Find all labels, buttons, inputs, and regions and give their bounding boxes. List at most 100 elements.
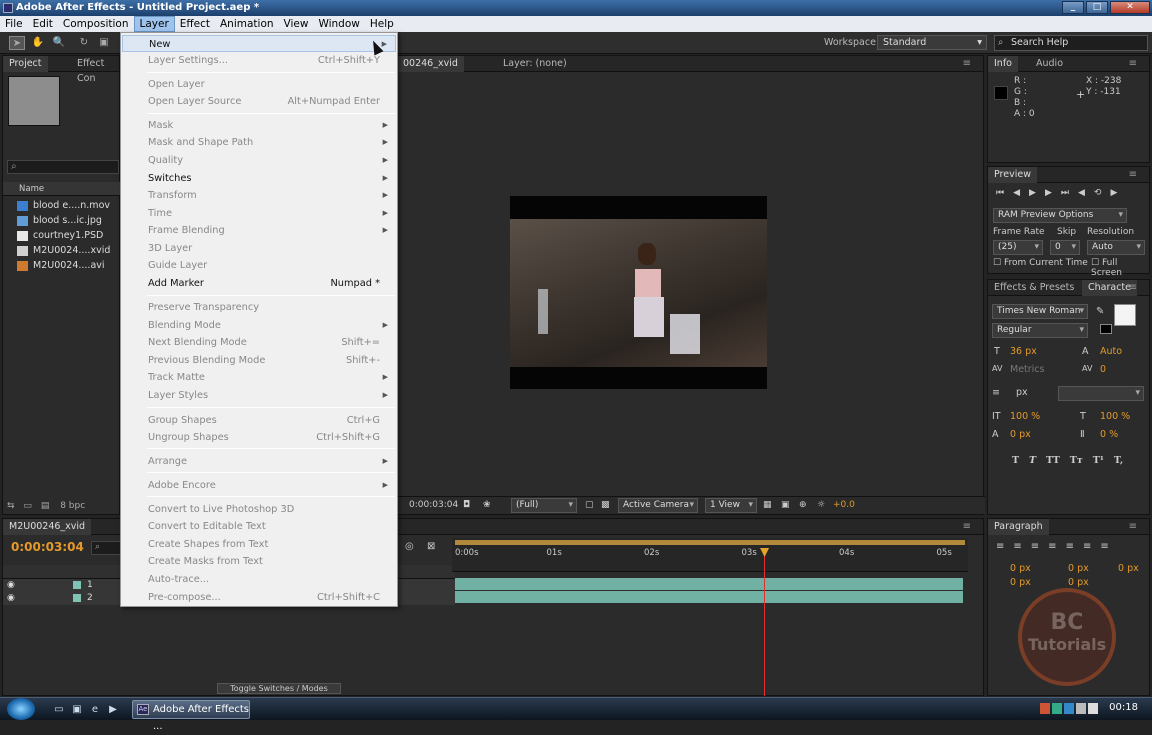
exposure-value[interactable]: +0.0 (833, 497, 855, 514)
menu-item-mask[interactable]: Mask ▶ (122, 117, 396, 134)
project-search-input[interactable]: ⌕ (7, 160, 119, 174)
fill-color-swatch[interactable] (1114, 304, 1136, 326)
font-style-select[interactable]: Regular (992, 323, 1088, 338)
label-color-swatch[interactable] (73, 581, 81, 589)
start-button[interactable] (7, 698, 35, 720)
menu-item-previous-blending-mode[interactable]: Previous Blending Mode Shift+- (122, 352, 396, 369)
label-color-swatch[interactable] (73, 594, 81, 602)
project-item[interactable]: blood e....n.mov (17, 198, 127, 213)
taskbar-clock[interactable]: 00:18 (1109, 702, 1138, 713)
menu-item-add-marker[interactable]: Add Marker Numpad * (122, 275, 396, 292)
full-screen-checkbox[interactable]: ☐ Full Screen (1091, 258, 1149, 278)
exposure-icon[interactable]: ☼ (817, 497, 825, 514)
menu-item-adobe-encore[interactable]: Adobe Encore ▶ (122, 477, 396, 494)
taskbar-after-effects[interactable]: Ae Adobe After Effects ... (132, 700, 250, 732)
camera-tool-icon[interactable]: ▣ (96, 36, 112, 50)
panel-menu-icon[interactable]: ≡ (1123, 280, 1143, 295)
menu-layer[interactable]: Layer (133, 16, 175, 32)
horizontal-scale-value[interactable]: 100 % (1100, 411, 1130, 422)
menu-item-switches[interactable]: Switches ▶ (122, 170, 396, 187)
menu-item-track-matte[interactable]: Track Matte ▶ (122, 369, 396, 386)
selection-tool-icon[interactable]: ➤ (9, 36, 25, 50)
menu-item-ungroup-shapes[interactable]: Ungroup Shapes Ctrl+Shift+G (122, 429, 396, 446)
pixel-aspect-icon[interactable]: ▣ (781, 497, 790, 514)
play-icon[interactable]: ▶ (1029, 188, 1045, 198)
ram-preview-options-select[interactable]: RAM Preview Options (993, 208, 1127, 223)
menu-file[interactable]: File (0, 16, 28, 32)
playhead-line[interactable] (764, 548, 766, 696)
tab-project[interactable]: Project (3, 56, 48, 72)
transparency-grid-icon[interactable]: ▩ (601, 497, 610, 514)
comp-timecode[interactable]: 0:00:03:04 (409, 497, 458, 514)
align-left-icon[interactable]: ≡ (996, 541, 1013, 552)
menu-item-convert-to-editable-text[interactable]: Convert to Editable Text (122, 518, 396, 535)
font-family-select[interactable]: Times New Roman (992, 304, 1088, 319)
folder-icon[interactable]: ▭ (23, 501, 32, 511)
stroke-width-value[interactable]: px (1016, 387, 1028, 398)
menu-animation[interactable]: Animation (215, 16, 279, 32)
menu-effect[interactable]: Effect (175, 16, 215, 32)
menu-window[interactable]: Window (313, 16, 364, 32)
minimize-button[interactable]: _ (1062, 1, 1084, 14)
rotate-tool-icon[interactable]: ↻ (76, 36, 92, 50)
align-right-icon[interactable]: ≡ (1031, 541, 1048, 552)
menu-item-quality[interactable]: Quality ▶ (122, 152, 396, 169)
panel-menu-icon[interactable]: ≡ (1123, 519, 1143, 534)
justify-right-icon[interactable]: ≡ (1083, 541, 1100, 552)
motion-blur-icon[interactable]: ◎ (405, 541, 414, 552)
window-switcher-icon[interactable]: ▣ (70, 703, 84, 716)
menu-view[interactable]: View (279, 16, 314, 32)
menu-item-blending-mode[interactable]: Blending Mode ▶ (122, 317, 396, 334)
project-item[interactable]: M2U0024....xvid (17, 243, 127, 258)
camera-select[interactable]: Active Camera (618, 498, 698, 513)
tab-info[interactable]: Info (988, 56, 1018, 72)
from-current-time-checkbox[interactable]: ☐ From Current Time (993, 258, 1088, 268)
graph-editor-icon[interactable]: ⊠ (427, 541, 435, 552)
kerning-value[interactable]: Metrics (1010, 364, 1044, 375)
project-item[interactable]: blood s...ic.jpg (17, 213, 127, 228)
superscript-button[interactable]: T¹ (1093, 455, 1104, 466)
project-column-header[interactable]: Name (3, 182, 121, 196)
network-icon[interactable] (1076, 703, 1086, 714)
menu-item-create-shapes-from-text[interactable]: Create Shapes from Text (122, 536, 396, 553)
tsume-value[interactable]: 0 % (1100, 429, 1118, 440)
stroke-color-swatch[interactable] (1100, 324, 1112, 334)
menu-item-create-masks-from-text[interactable]: Create Masks from Text (122, 553, 396, 570)
menu-item-open-layer-source[interactable]: Open Layer Source Alt+Numpad Enter (122, 93, 396, 110)
hand-tool-icon[interactable]: ✋ (30, 36, 46, 50)
tray-icon[interactable] (1052, 703, 1062, 714)
menu-item-new[interactable]: New ▶ (122, 35, 396, 52)
menu-item-preserve-transparency[interactable]: Preserve Transparency (122, 299, 396, 316)
justify-center-icon[interactable]: ≡ (1066, 541, 1083, 552)
composition-viewer[interactable] (510, 196, 767, 389)
region-icon[interactable]: ▢ (585, 497, 594, 514)
space-after-value[interactable]: 0 px (1068, 577, 1089, 588)
frame-rate-select[interactable]: (25) (993, 240, 1043, 255)
visibility-icon[interactable]: ◉ (7, 579, 15, 592)
stroke-style-select[interactable] (1058, 386, 1144, 401)
menu-item-convert-to-live-photoshop-3d[interactable]: Convert to Live Photoshop 3D (122, 501, 396, 518)
new-comp-icon[interactable]: ▤ (41, 501, 50, 511)
eyedropper-icon[interactable]: ✎ (1096, 306, 1104, 317)
grid-icon[interactable]: ▦ (763, 497, 772, 514)
menu-item-transform[interactable]: Transform ▶ (122, 187, 396, 204)
all-caps-button[interactable]: TT (1046, 455, 1060, 466)
workspace-select[interactable]: Standard (877, 35, 987, 50)
ram-preview-icon[interactable]: ▶ (1110, 188, 1126, 198)
view-select[interactable]: 1 View (705, 498, 757, 513)
skip-select[interactable]: 0 (1050, 240, 1080, 255)
menu-help[interactable]: Help (365, 16, 399, 32)
tray-icon[interactable] (1040, 703, 1050, 714)
panel-menu-icon[interactable]: ≡ (957, 519, 977, 534)
layer-duration-bar[interactable] (455, 591, 963, 603)
align-center-icon[interactable]: ≡ (1013, 541, 1030, 552)
menu-item-guide-layer[interactable]: Guide Layer (122, 257, 396, 274)
next-frame-icon[interactable]: ▶ (1045, 188, 1061, 198)
menu-item-auto-trace[interactable]: Auto-trace... (122, 571, 396, 588)
space-before-value[interactable]: 0 px (1010, 577, 1031, 588)
ie-browser-icon[interactable]: e (88, 703, 102, 716)
last-frame-icon[interactable]: ⏭ (1061, 188, 1078, 198)
menu-item-next-blending-mode[interactable]: Next Blending Mode Shift+= (122, 334, 396, 351)
first-frame-icon[interactable]: ⏮ (996, 188, 1013, 198)
tab-effect-controls[interactable]: Effect Con (71, 56, 119, 86)
